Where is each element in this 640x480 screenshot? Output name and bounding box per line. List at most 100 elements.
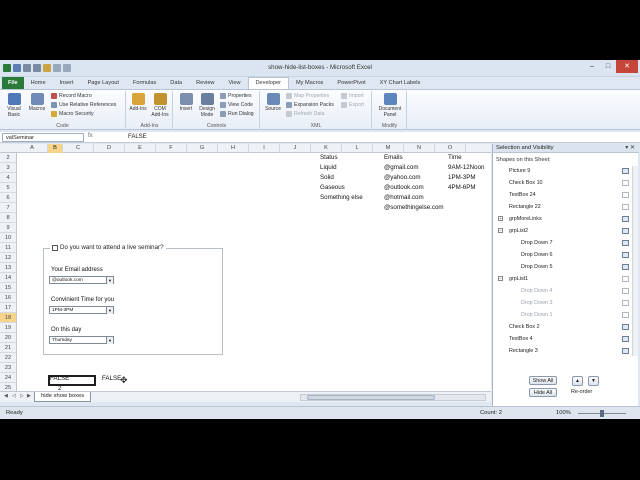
move-down-button[interactable]: ▼	[588, 376, 599, 386]
row-header-25[interactable]: 25	[0, 383, 17, 391]
last-sheet-icon[interactable]: ▶	[27, 393, 31, 399]
row-header-22[interactable]: 22	[0, 353, 17, 363]
map-properties-button[interactable]: Map Properties	[286, 93, 329, 99]
table-header-cell[interactable]: Time	[448, 153, 462, 163]
horizontal-scroll-thumb[interactable]	[307, 395, 435, 400]
row-header-19[interactable]: 19	[0, 323, 17, 333]
chevron-down-icon[interactable]: ▼	[106, 277, 113, 284]
row-header-16[interactable]: 16	[0, 293, 17, 303]
row-header-7[interactable]: 7	[0, 203, 17, 213]
column-header-i[interactable]: I	[249, 144, 280, 153]
relative-references-button[interactable]: Use Relative References	[51, 102, 116, 108]
row-header-21[interactable]: 21	[0, 343, 17, 353]
shape-group-item[interactable]: − grpList1	[493, 274, 633, 284]
row-header-10[interactable]: 10	[0, 233, 17, 243]
horizontal-scrollbar[interactable]	[300, 394, 486, 401]
macro-security-button[interactable]: Macro Security	[51, 111, 94, 117]
row-header-8[interactable]: 8	[0, 213, 17, 223]
tab-developer[interactable]: Developer	[247, 77, 289, 89]
visibility-eye-icon[interactable]	[622, 276, 629, 282]
seminar-checkbox[interactable]: Do you want to attend a live seminar?	[50, 244, 166, 251]
table-cell[interactable]: @somethingelse.com	[384, 203, 444, 213]
row-header-5[interactable]: 5	[0, 183, 17, 193]
row-header-23[interactable]: 23	[0, 363, 17, 373]
collapse-icon[interactable]: −	[498, 276, 503, 281]
table-cell[interactable]: Something else	[320, 193, 363, 203]
macros-button[interactable]: Macros	[26, 93, 48, 112]
name-box[interactable]: valSeminar	[2, 133, 84, 142]
row-header-17[interactable]: 17	[0, 303, 17, 313]
day-dropdown[interactable]: Thursday ▼	[49, 336, 114, 344]
column-header-e[interactable]: E	[125, 144, 156, 153]
sheet-tab-hide-show-boxes[interactable]: hide show boxes	[34, 392, 92, 402]
shape-item[interactable]: Rectangle 3	[493, 346, 633, 356]
visibility-eye-icon[interactable]	[622, 288, 629, 294]
row-header-18[interactable]: 18	[0, 313, 17, 323]
tab-file[interactable]: File	[2, 77, 24, 89]
source-button[interactable]: Source	[263, 93, 283, 112]
run-dialog-button[interactable]: Run Dialog	[220, 111, 254, 117]
com-add-ins-button[interactable]: COM Add-Ins	[149, 93, 171, 118]
row-header-11[interactable]: 11	[0, 243, 17, 253]
properties-button[interactable]: Properties	[220, 93, 252, 99]
column-header-h[interactable]: H	[218, 144, 249, 153]
visibility-eye-icon[interactable]	[622, 240, 629, 246]
shape-group-item[interactable]: + grpMoreLinks	[493, 214, 633, 224]
visibility-eye-icon[interactable]	[622, 348, 629, 354]
shape-item[interactable]: Check Box 2	[493, 322, 633, 332]
table-header-cell[interactable]: Emails	[384, 153, 403, 163]
expansion-packs-button[interactable]: Expansion Packs	[286, 102, 334, 108]
tab-review[interactable]: Review	[189, 77, 221, 89]
zoom-slider-knob[interactable]	[600, 410, 604, 417]
cell-b18[interactable]: FALSE	[50, 374, 69, 384]
visibility-eye-icon[interactable]	[622, 228, 629, 234]
shape-item[interactable]: Picture 9	[493, 166, 633, 176]
column-header-g[interactable]: G	[187, 144, 218, 153]
checkbox-box[interactable]	[52, 244, 58, 251]
row-header-3[interactable]: 3	[0, 163, 17, 173]
zoom-level[interactable]: 100%	[556, 410, 571, 416]
visibility-eye-icon[interactable]	[622, 252, 629, 258]
visibility-eye-icon[interactable]	[622, 168, 629, 174]
shape-item[interactable]: Drop Down 4	[493, 286, 633, 296]
table-cell[interactable]: Liquid	[320, 163, 337, 173]
column-header-b[interactable]: B	[48, 144, 63, 153]
cell-d18[interactable]: FALSE	[102, 374, 121, 384]
tab-formulas[interactable]: Formulas	[126, 77, 163, 89]
column-header-m[interactable]: M	[373, 144, 404, 153]
visibility-eye-icon[interactable]	[622, 216, 629, 222]
tab-page-layout[interactable]: Page Layout	[81, 77, 126, 89]
row-header-9[interactable]: 9	[0, 223, 17, 233]
visibility-eye-icon[interactable]	[622, 180, 629, 186]
tab-xy-chart-labels[interactable]: XY Chart Labels	[373, 77, 428, 89]
minimize-button[interactable]: –	[584, 60, 600, 73]
row-header-15[interactable]: 15	[0, 283, 17, 293]
column-header-f[interactable]: F	[156, 144, 187, 153]
visibility-eye-icon[interactable]	[622, 204, 629, 210]
move-up-button[interactable]: ▲	[572, 376, 583, 386]
close-button[interactable]: ✕	[616, 60, 638, 73]
record-macro-button[interactable]: Record Macro	[51, 93, 92, 99]
table-header-cell[interactable]: Status	[320, 153, 338, 163]
hide-all-button[interactable]: Hide All	[529, 388, 557, 397]
visibility-eye-icon[interactable]	[622, 192, 629, 198]
tab-view[interactable]: View	[221, 77, 247, 89]
shape-item[interactable]: TextBox 4	[493, 334, 633, 344]
visibility-eye-icon[interactable]	[622, 324, 629, 330]
maximize-button[interactable]: □	[600, 60, 616, 73]
worksheet-grid[interactable]: ABCDEFGHIJKLMNO 2 3 4 5 6 7 8 9 10 11 12 13 14 15 16 17…	[0, 144, 491, 391]
column-header-n[interactable]: N	[404, 144, 435, 153]
visual-basic-button[interactable]: Visual Basic	[3, 93, 25, 118]
row-header-13[interactable]: 13	[0, 263, 17, 273]
document-panel-button[interactable]: Document Panel	[375, 93, 405, 118]
email-dropdown[interactable]: @outlook.com ▼	[49, 276, 114, 284]
row-header-4[interactable]: 4	[0, 173, 17, 183]
pane-vertical-scrollbar[interactable]	[632, 166, 638, 356]
time-dropdown[interactable]: 1PM-3PM ▼	[49, 306, 114, 314]
row-header-12[interactable]: 12	[0, 253, 17, 263]
shape-item[interactable]: Drop Down 3	[493, 298, 633, 308]
table-cell[interactable]: @outlook.com	[384, 183, 424, 193]
column-header-k[interactable]: K	[311, 144, 342, 153]
show-all-button[interactable]: Show All	[529, 376, 557, 385]
pane-menu-icon[interactable]: ▾	[625, 145, 628, 151]
